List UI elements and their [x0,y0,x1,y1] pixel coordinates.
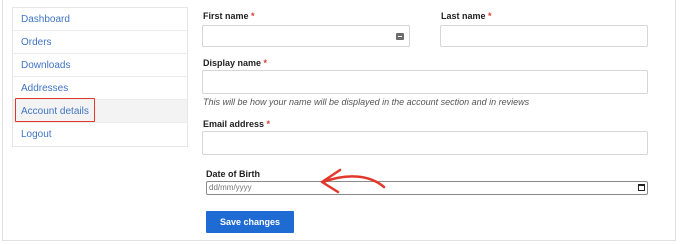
dob-label: Date of Birth [206,169,260,179]
display-name-help-text: This will be how your name will be displ… [203,97,530,107]
sidebar-item-downloads[interactable]: Downloads [13,54,187,77]
first-name-input[interactable] [202,25,410,47]
last-name-input[interactable] [440,25,648,47]
contact-card-icon[interactable] [396,33,404,40]
first-name-label: First name * [203,11,255,21]
sidebar-item-dashboard[interactable]: Dashboard [13,8,187,31]
email-label-text: Email address [203,119,265,129]
highlight-annotation-box [15,98,95,122]
calendar-icon[interactable] [638,184,645,191]
sidebar-item-logout[interactable]: Logout [13,123,187,146]
required-marker: * [488,11,492,21]
email-input[interactable] [202,131,648,155]
required-marker: * [251,11,255,21]
save-changes-button[interactable]: Save changes [206,211,294,233]
sidebar-item-orders[interactable]: Orders [13,31,187,54]
last-name-label: Last name * [441,11,492,21]
account-navigation: Dashboard Orders Downloads Addresses Acc… [12,7,188,147]
required-marker: * [266,119,271,129]
sidebar-item-addresses[interactable]: Addresses [13,77,187,100]
last-name-label-text: Last name [441,11,486,21]
dob-input[interactable]: dd/mm/yyyy [206,181,648,195]
display-name-input[interactable] [202,70,648,94]
display-name-label-text: Display name [203,58,262,68]
email-label: Email address * [203,119,270,129]
arrow-annotation-icon [320,168,386,194]
dob-placeholder: dd/mm/yyyy [209,183,252,192]
display-name-label: Display name * [203,58,267,68]
first-name-label-text: First name [203,11,249,21]
required-marker: * [263,58,268,68]
